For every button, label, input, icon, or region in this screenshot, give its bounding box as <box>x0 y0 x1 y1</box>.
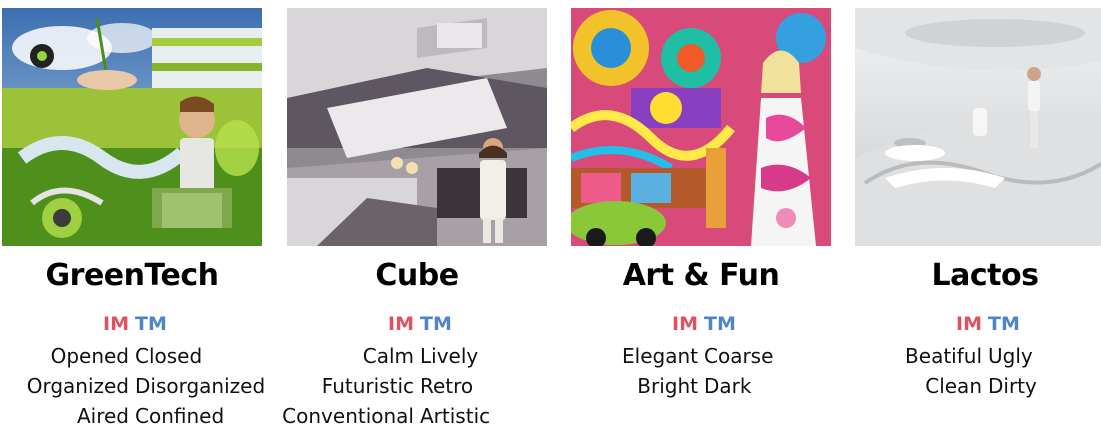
pair-row: Calm Lively <box>287 344 547 374</box>
im-term: Organized <box>26 374 129 398</box>
lactos-title: Lactos <box>931 258 1039 293</box>
im-term: Calm <box>362 344 414 368</box>
lactos-image <box>855 8 1101 246</box>
panel-art-fun: Art & Fun IM TM Elegant Coarse Bright Da… <box>571 0 831 430</box>
tm-term: Dirty <box>988 374 1037 398</box>
tm-term: Artistic <box>420 404 491 428</box>
tm-term: Dark <box>704 374 752 398</box>
im-term: Clean <box>925 374 982 398</box>
greentech-pairs: Opened Closed Organized Disorganized Air… <box>2 344 266 434</box>
im-term: Elegant <box>622 344 698 368</box>
tm-label: TM <box>420 313 452 335</box>
tm-label: TM <box>988 313 1020 335</box>
im-term: Conventional <box>282 404 414 428</box>
tm-term: Ugly <box>988 344 1033 368</box>
cube-title: Cube <box>375 258 459 293</box>
im-label: IM <box>103 313 129 335</box>
tm-term: Closed <box>135 344 203 368</box>
im-term: Beatiful <box>905 344 982 368</box>
pair-row: Beatiful Ugly <box>855 344 1101 374</box>
pair-row: Opened Closed <box>2 344 262 374</box>
greentech-image <box>2 8 262 246</box>
tm-label: TM <box>135 313 167 335</box>
tm-term: Confined <box>135 404 225 428</box>
panel-greentech: GreenTech IM TM Opened Closed Organized … <box>2 0 265 430</box>
pair-row: Clean Dirty <box>855 374 1101 404</box>
tm-label: TM <box>704 313 736 335</box>
pair-row: Bright Dark <box>571 374 831 404</box>
im-term: Bright <box>637 374 698 398</box>
im-label: IM <box>388 313 414 335</box>
pair-row: Elegant Coarse <box>571 344 831 374</box>
pair-row: Futuristic Retro <box>287 374 547 404</box>
greentech-title: GreenTech <box>45 258 219 293</box>
lactos-pairs: Beatiful Ugly Clean Dirty <box>855 344 1101 404</box>
art-fun-image <box>571 8 831 246</box>
art-fun-title: Art & Fun <box>622 258 780 293</box>
im-term: Futuristic <box>321 374 414 398</box>
im-label: IM <box>956 313 982 335</box>
im-term: Aired <box>76 404 129 428</box>
im-label: IM <box>672 313 698 335</box>
tm-term: Retro <box>420 374 474 398</box>
tm-term: Coarse <box>704 344 774 368</box>
tm-term: Lively <box>420 344 479 368</box>
tm-term: Disorganized <box>135 374 266 398</box>
panel-lactos: Lactos IM TM Beatiful Ugly Clean Dirty <box>855 0 1101 430</box>
im-term: Opened <box>50 344 129 368</box>
cube-image <box>287 8 547 246</box>
art-fun-pairs: Elegant Coarse Bright Dark <box>571 344 831 404</box>
pair-row: Organized Disorganized <box>2 374 266 404</box>
cube-pairs: Calm Lively Futuristic Retro Conventiona… <box>282 344 547 434</box>
panel-cube: Cube IM TM Calm Lively Futuristic Retro … <box>282 0 547 430</box>
